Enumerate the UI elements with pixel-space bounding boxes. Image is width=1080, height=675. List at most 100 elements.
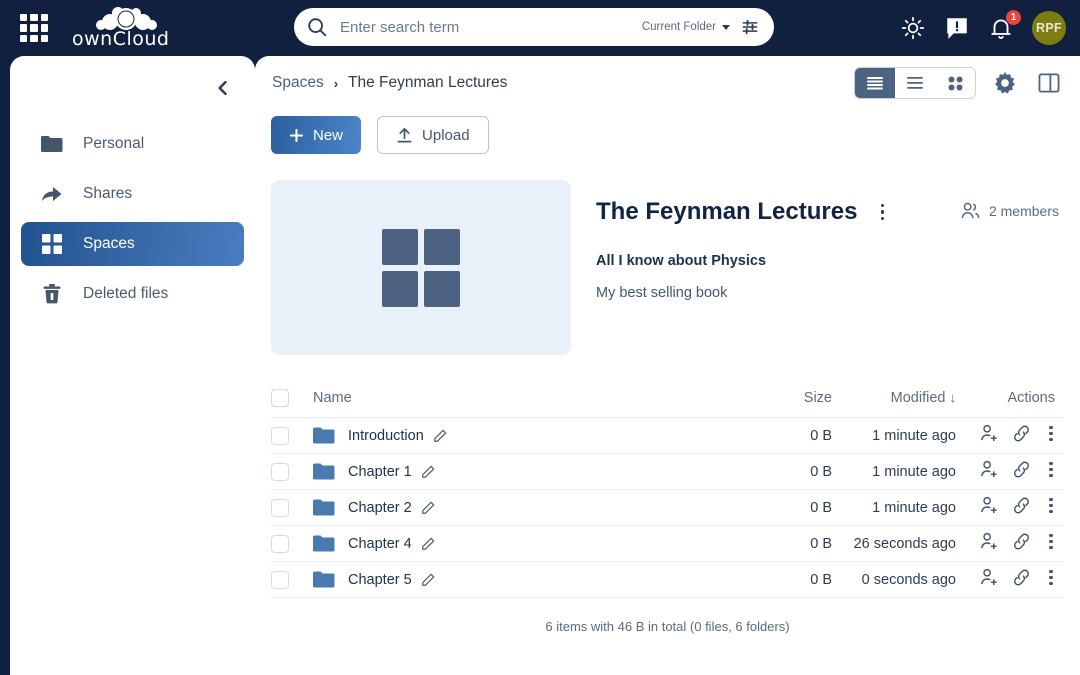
row-checkbox[interactable] [271,462,289,481]
row-name-cell: Chapter 5 [313,561,770,598]
column-header-modified[interactable]: Modified ↓ [832,379,960,418]
avatar[interactable]: RPF [1032,11,1066,45]
more-vertical-icon[interactable] [1044,569,1058,587]
filter-sliders-icon[interactable] [740,17,760,37]
row-select-cell [271,561,313,598]
pencil-icon[interactable] [421,465,435,479]
feedback-icon[interactable] [944,15,970,41]
space-more-vertical-icon[interactable] [873,201,891,223]
folder-icon [313,535,335,552]
files-table-body: Introduction 0 B 1 minute ago Chapter 1 … [271,417,1064,598]
space-thumbnail[interactable] [271,180,571,355]
breadcrumb-root[interactable]: Spaces [272,74,324,92]
add-person-icon[interactable] [980,460,999,479]
file-name[interactable]: Introduction [348,428,424,444]
spaces-grid-icon [41,233,63,255]
sun-icon[interactable] [900,15,926,41]
breadcrumb-current[interactable]: The Feynman Lectures [348,74,507,92]
sidebar-item-shares[interactable]: Shares [21,172,244,216]
chevron-down-icon [722,24,730,30]
files-table: Name Size Modified ↓ Actions Introductio… [271,379,1064,598]
add-person-icon[interactable] [980,568,999,587]
sidebar-item-label: Shares [83,185,133,202]
search-scope-label: Current Folder [641,21,716,33]
row-size: 0 B [770,453,832,490]
row-size: 0 B [770,561,832,598]
file-name[interactable]: Chapter 2 [348,500,412,516]
link-icon[interactable] [1012,568,1031,587]
view-condensed-icon[interactable] [855,68,895,98]
table-row[interactable]: Introduction 0 B 1 minute ago [271,417,1064,454]
link-icon[interactable] [1012,460,1031,479]
row-select-cell [271,525,313,562]
search-scope-selector[interactable]: Current Folder [642,21,730,33]
row-checkbox[interactable] [271,498,289,517]
search-input[interactable] [340,18,642,36]
space-members[interactable]: 2 members [961,202,1059,220]
row-actions-cell [960,453,1064,490]
row-checkbox[interactable] [271,570,289,589]
row-select-cell [271,417,313,454]
table-header-row: Name Size Modified ↓ Actions [271,379,1064,418]
new-button[interactable]: New [271,116,362,154]
more-vertical-icon[interactable] [1044,425,1058,443]
row-checkbox[interactable] [271,426,289,445]
sidebar-item-deleted-files[interactable]: Deleted files [21,272,244,316]
members-icon [961,202,980,219]
more-vertical-icon[interactable] [1044,497,1058,515]
table-footer-summary: 6 items with 46 B in total (0 files, 6 f… [545,619,790,634]
file-name[interactable]: Chapter 5 [348,572,412,588]
more-vertical-icon[interactable] [1044,461,1058,479]
search-bar[interactable]: Current Folder [294,8,774,46]
folder-icon [313,499,335,516]
gear-icon[interactable] [990,68,1020,98]
row-size: 0 B [770,489,832,526]
bell-icon[interactable]: 1 [988,10,1021,41]
sort-arrow-icon: ↓ [949,390,957,405]
trash-icon [41,283,63,305]
row-name-cell: Chapter 1 [313,453,770,490]
upload-button-label: Upload [422,126,470,144]
pencil-icon[interactable] [421,573,435,587]
add-person-icon[interactable] [980,424,999,443]
space-info: The Feynman Lectures 2 members All I kno… [571,180,1064,355]
upload-button[interactable]: Upload [377,116,489,154]
sidebar-item-personal[interactable]: Personal [21,122,244,166]
link-icon[interactable] [1012,496,1031,515]
table-row[interactable]: Chapter 4 0 B 26 seconds ago [271,525,1064,562]
notification-badge: 1 [1006,10,1021,25]
apps-grid-icon[interactable] [20,14,48,42]
row-name-cell: Chapter 4 [313,525,770,562]
table-row[interactable]: Chapter 5 0 B 0 seconds ago [271,561,1064,598]
more-vertical-icon[interactable] [1044,533,1058,551]
row-actions-cell [960,561,1064,598]
view-list-icon[interactable] [895,68,935,98]
space-header: The Feynman Lectures 2 members All I kno… [271,180,1064,355]
link-icon[interactable] [1012,532,1031,551]
add-person-icon[interactable] [980,496,999,515]
side-panel-icon[interactable] [1034,68,1064,98]
select-all-checkbox[interactable] [271,389,289,407]
sidebar: Personal Shares Spaces Deleted files [10,56,255,675]
file-name[interactable]: Chapter 1 [348,464,412,480]
column-header-size[interactable]: Size [770,379,832,418]
view-tiles-icon[interactable] [935,68,975,98]
pencil-icon[interactable] [421,501,435,515]
row-checkbox[interactable] [271,534,289,553]
table-row[interactable]: Chapter 2 0 B 1 minute ago [271,489,1064,526]
row-select-cell [271,453,313,490]
column-header-actions: Actions [960,379,1064,418]
owncloud-logo[interactable]: ownCloud [72,6,177,50]
pencil-icon[interactable] [433,429,447,443]
table-row[interactable]: Chapter 1 0 B 1 minute ago [271,453,1064,490]
pencil-icon[interactable] [421,537,435,551]
spaces-grid-icon [382,228,460,307]
view-toggle-group [854,67,976,99]
chevron-left-icon[interactable] [213,78,233,98]
sidebar-item-spaces[interactable]: Spaces [21,222,244,266]
column-header-name[interactable]: Name [313,379,770,418]
row-modified: 1 minute ago [832,453,960,490]
file-name[interactable]: Chapter 4 [348,536,412,552]
link-icon[interactable] [1012,424,1031,443]
add-person-icon[interactable] [980,532,999,551]
